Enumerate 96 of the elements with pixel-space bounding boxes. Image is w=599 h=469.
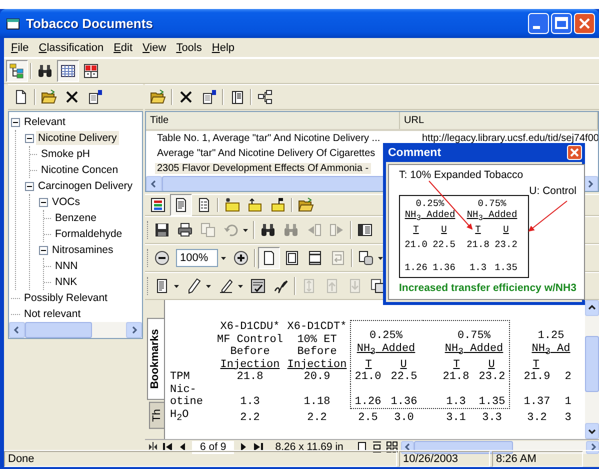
table-cell-text: 21.8 [442, 371, 470, 384]
table-cell-text: 3.3 [481, 412, 503, 424]
table-cell-text: 3 [564, 412, 572, 424]
table-cell-text: 1 [564, 396, 572, 408]
column-heading: U [441, 224, 447, 235]
popup-title: Comment [388, 146, 442, 158]
row-label: TPM [170, 371, 191, 384]
column-heading: T [413, 224, 419, 235]
tree-item[interactable]: Not relevant [22, 307, 83, 321]
row-label: Nic- [170, 384, 198, 396]
column-heading: U [488, 358, 495, 371]
column-heading: 10% ET [297, 334, 337, 346]
column-heading: 0.75% [457, 330, 490, 343]
table-cell-text: 1.18 [302, 396, 332, 408]
table-cell-text: 3.2 [526, 412, 548, 424]
legend-text: U: Control [529, 185, 576, 197]
page-size-text: 8.26 x 11.69 in [275, 441, 344, 453]
table-cell-text: 1.37 [522, 396, 552, 408]
menu-item[interactable]: Help [206, 42, 240, 54]
table-cell-text: 20.9 [302, 371, 332, 384]
column-header[interactable]: Title [146, 112, 400, 129]
tree-item[interactable]: Nicotine Concen [39, 163, 120, 177]
table-cell-text: 1.36 [432, 260, 456, 273]
table-cell-text: 1.3 [445, 396, 467, 408]
column-heading: 0.25% [369, 330, 402, 343]
table-cell-text: 23.2 [494, 238, 518, 250]
column-heading: U [400, 358, 407, 371]
tree-item[interactable]: Benzene [53, 211, 98, 225]
table-cell-text: 22.5 [432, 238, 456, 250]
comment-note: Increased transfer efficiency w/NH3 [399, 282, 576, 294]
table-cell-text: 2.2 [239, 412, 261, 424]
table-cell-text: 1.3 [468, 260, 488, 273]
column-heading: X6-D1CDU* [220, 321, 280, 334]
column-heading: NH$_{3}$ Added [404, 209, 456, 224]
status-text: Done [4, 451, 397, 467]
column-heading: 0.75% [478, 198, 506, 209]
tree-item[interactable]: Possibly Relevant [22, 291, 110, 305]
table-cell-text: 1.26 [354, 396, 382, 408]
table-cell-text: 2 [564, 371, 572, 384]
tree-item[interactable]: Smoke pH [39, 147, 92, 161]
list-row-title[interactable]: Average "tar" And Nicotine Delivery Of Cigarettes [155, 148, 378, 159]
side-tab[interactable]: Th [149, 402, 164, 429]
table-cell-text: 2.2 [306, 412, 328, 424]
table-cell-text: 1.3 [239, 396, 261, 408]
tree-item[interactable]: Carcinogen Delivery [36, 179, 135, 193]
table-cell-text: 1.36 [390, 396, 418, 408]
column-heading: Injection [220, 358, 280, 371]
column-heading: T [453, 358, 460, 371]
tree-item[interactable]: NNK [53, 275, 80, 289]
column-heading: 1.25 [538, 330, 564, 343]
column-heading: T [365, 358, 372, 371]
table-cell-text: 1.26 [404, 260, 428, 273]
row-label: otine [170, 396, 204, 408]
column-heading: X6-D1CDT* [287, 321, 347, 334]
table-cell-text: 21.8 [466, 238, 490, 250]
row-label: H$_{2}$O [170, 408, 190, 424]
menu-item[interactable]: View [138, 42, 172, 54]
table-cell-text: 1.35 [494, 260, 518, 273]
table-cell-text: 21.8 [236, 371, 264, 384]
column-heading: NH$_{3}$ Added [466, 209, 518, 224]
table-cell-text: 2.5 [357, 412, 379, 424]
table-cell-text: 3.1 [445, 412, 467, 424]
column-heading: Before [297, 346, 337, 358]
tree-item[interactable]: NNN [53, 259, 80, 273]
column-heading: T [475, 224, 481, 235]
zoom-field[interactable]: 100% [176, 249, 218, 267]
window-title: Tobacco Documents [26, 16, 154, 31]
tree-item[interactable]: Nicotine Delivery [36, 131, 119, 145]
table-cell-text: 22.5 [390, 371, 418, 384]
side-tab[interactable]: Bookmarks [147, 318, 164, 400]
menu-item[interactable]: Edit [108, 42, 138, 54]
column-heading: 0.25% [416, 198, 444, 209]
column-heading: MF Control [217, 334, 284, 346]
table-cell-text: 3.0 [393, 412, 415, 424]
table-cell-text: 21.9 [522, 371, 552, 384]
column-heading: T [532, 358, 540, 371]
column-heading: Before [230, 346, 270, 358]
column-heading: U [503, 224, 509, 235]
menu-item[interactable]: Classification [34, 42, 109, 54]
column-heading: Injection [287, 358, 347, 371]
tree-item[interactable]: Formaldehyde [53, 227, 124, 241]
tree-item[interactable]: Relevant [22, 115, 68, 129]
tree-item[interactable]: VOCs [50, 195, 82, 209]
status-text: 8:26 AM [492, 451, 583, 467]
table-cell-text: 1.35 [478, 396, 506, 408]
menu-item[interactable]: File [6, 42, 34, 54]
table-cell-text: 23.2 [478, 371, 506, 384]
table-cell-text: 21.0 [354, 371, 382, 384]
menu-item[interactable]: Tools [171, 42, 207, 54]
column-header[interactable]: URL [400, 112, 598, 129]
legend-text: T: 10% Expanded Tobacco [399, 169, 524, 181]
table-cell-text: 21.0 [404, 238, 428, 250]
tree-item[interactable]: Nitrosamines [50, 243, 116, 257]
status-text: 10/26/2003 [399, 451, 490, 467]
list-row-title[interactable]: Table No. 1, Average "tar" And Nicotine Delivery ... [155, 133, 382, 144]
list-row-title[interactable]: 2305 Flavor Development Effects Of Ammonia - [155, 163, 371, 174]
